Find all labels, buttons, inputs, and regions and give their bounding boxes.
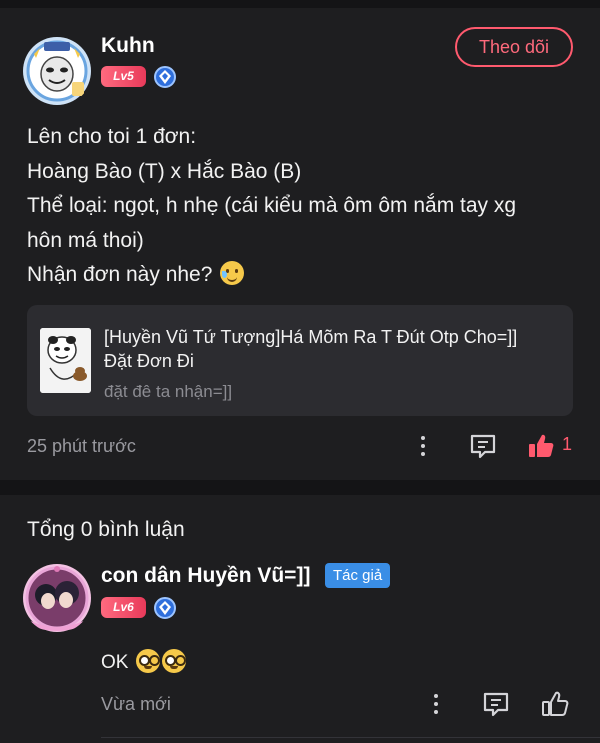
post-author-name[interactable]: Kuhn (101, 34, 155, 58)
section-divider (0, 480, 600, 495)
post-body-line-last: Nhận đơn này nhe? (27, 258, 577, 293)
post-card: Kuhn Lv5 Theo dõi Lên cho toi 1 đơn: Hoà… (0, 8, 600, 480)
top-divider (0, 0, 600, 8)
comment-author-name[interactable]: con dân Huyền Vũ=]] (101, 564, 310, 588)
story-title-line: Đặt Đơn Đi (104, 351, 194, 371)
story-subtitle: đặt đê ta nhận=]] (104, 382, 233, 401)
comments-total: Tổng 0 bình luận (27, 518, 185, 541)
comment-item: con dân Huyền Vũ=]] Tác giả Lv6 OK Vừa m… (0, 555, 600, 743)
post-body: Lên cho toi 1 đơn: Hoàng Bào (T) x Hắc B… (27, 120, 577, 293)
follow-button[interactable]: Theo dõi (455, 27, 573, 67)
verified-shield-icon (154, 66, 176, 88)
post-body-line: Lên cho toi 1 đơn: (27, 125, 197, 148)
thumbs-up-icon[interactable] (527, 432, 555, 460)
emoji-nerd-icon (135, 649, 160, 673)
like-count: 1 (562, 434, 573, 454)
more-options-icon[interactable] (414, 432, 432, 460)
linked-story-card[interactable]: [Huyền Vũ Tứ Tượng]Há Mõm Ra T Đút Otp C… (27, 305, 573, 416)
post-body-line: hôn má thoi) (27, 228, 144, 252)
emoji-nerd-icon (161, 649, 186, 673)
emoji-tear-smile-icon (220, 261, 245, 285)
post-footer: 25 phút trước 1 (0, 426, 600, 466)
comment-footer: Vừa mới (0, 687, 600, 723)
reply-icon[interactable] (482, 690, 510, 718)
comment-icon[interactable] (469, 432, 497, 460)
verified-shield-icon (154, 597, 176, 619)
story-title: [Huyền Vũ Tứ Tượng]Há Mõm Ra T Đút Otp C… (104, 325, 564, 373)
comment-text: OK (101, 649, 186, 674)
more-options-icon[interactable] (427, 690, 445, 718)
post-body-line: Hoàng Bào (T) x Hắc Bào (B) (27, 159, 302, 183)
author-tag-badge: Tác giả (325, 563, 391, 588)
level-badge: Lv5 (101, 66, 146, 87)
story-title-line: [Huyền Vũ Tứ Tượng]Há Mõm Ra T Đút Otp C… (104, 327, 518, 347)
story-thumbnail (40, 328, 91, 393)
level-badge: Lv6 (101, 597, 146, 618)
comment-body: OK (101, 652, 129, 673)
post-author-avatar[interactable] (22, 36, 92, 106)
post-timestamp: 25 phút trước (27, 436, 136, 456)
comment-divider (101, 737, 600, 738)
comment-timestamp: Vừa mới (101, 694, 171, 714)
post-body-line: Nhận đơn này nhe? (27, 263, 213, 286)
thumbs-up-icon[interactable] (541, 690, 569, 718)
comment-author-avatar[interactable] (22, 563, 92, 633)
post-body-line: Thể loại: ngọt, h nhẹ (cái kiểu mà ôm ôm… (27, 194, 517, 217)
